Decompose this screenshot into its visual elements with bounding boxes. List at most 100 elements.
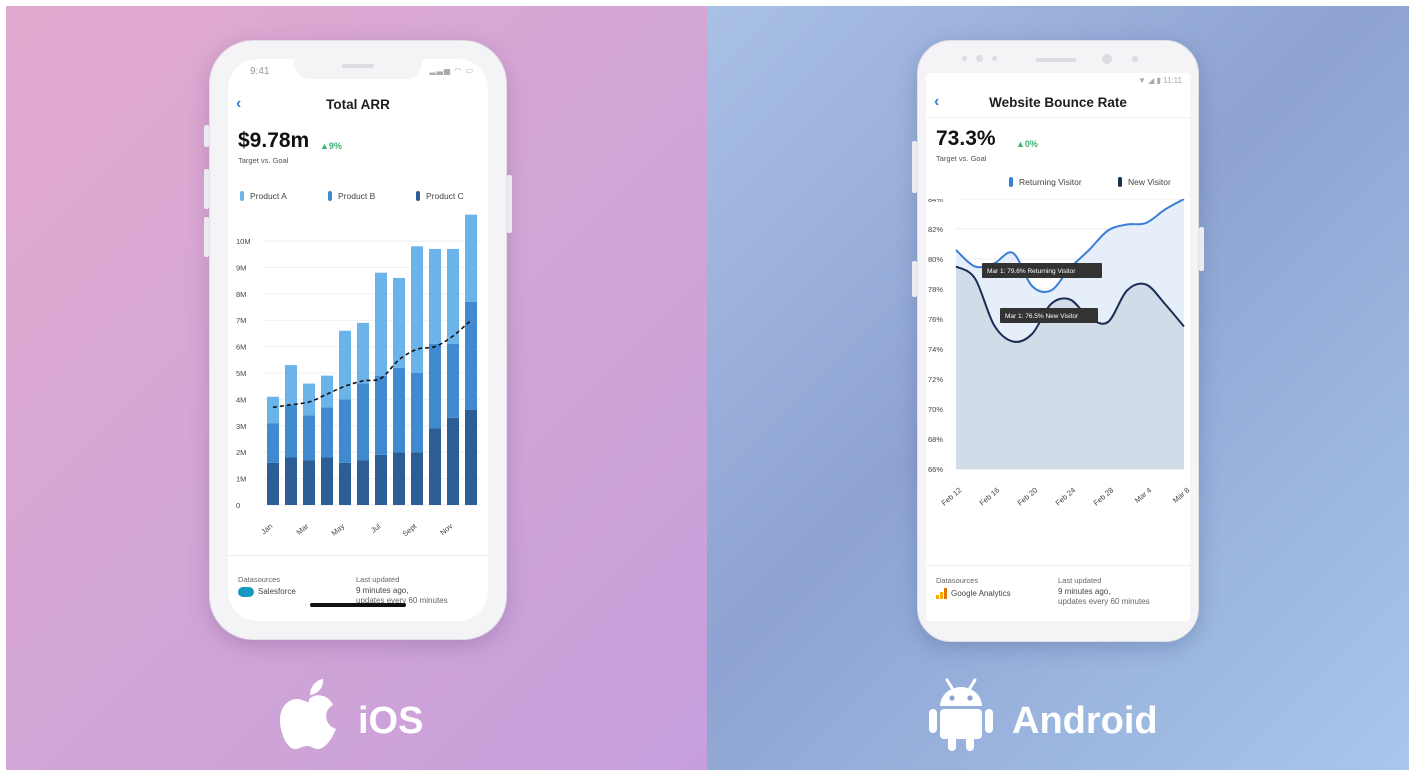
datasource: Google Analytics <box>936 588 1011 599</box>
y-tick-label: 80% <box>928 255 943 264</box>
battery-icon: ▮ <box>1156 76 1161 85</box>
y-tick-label: 0 <box>236 501 240 510</box>
bar-segment <box>285 404 297 458</box>
bar-segment <box>303 383 315 416</box>
x-tick-label: Nov <box>438 521 454 537</box>
y-tick-label: 72% <box>928 375 943 384</box>
y-tick-label: 10M <box>236 237 251 246</box>
kpi-value: $9.78m <box>238 129 310 152</box>
platform-name: Android <box>1012 699 1158 742</box>
bar-segment <box>375 454 387 505</box>
y-tick-label: 78% <box>928 285 943 294</box>
iphone-mockup: 9:41 ▂▃▅ ◠ ▭ ‹ Total ARR $9.78m ▲9% Targ… <box>204 40 512 640</box>
legend-swatch <box>1009 177 1013 187</box>
signal-icon: ◢ <box>1148 76 1155 85</box>
y-tick-label: 4M <box>236 395 246 404</box>
x-tick-label: Feb 12 <box>940 486 964 508</box>
bar-segment <box>465 214 477 302</box>
bar-segment <box>339 462 351 505</box>
bar-segment <box>447 343 459 418</box>
x-tick-label: Feb 24 <box>1054 486 1078 508</box>
legend-swatch <box>416 191 420 201</box>
kpi-subtitle: Target vs. Goal <box>238 156 289 165</box>
bar-segment <box>303 415 315 461</box>
volume-button <box>912 141 917 193</box>
bar-segment <box>465 301 477 410</box>
bar-segment <box>429 343 441 429</box>
platform-name: iOS <box>358 699 424 742</box>
volume-down-button <box>204 217 209 257</box>
y-tick-label: 2M <box>236 448 246 457</box>
y-tick-label: 82% <box>928 225 943 234</box>
salesforce-cloud-icon <box>238 587 254 597</box>
bar-segment <box>411 373 423 453</box>
legend-product-c[interactable]: Product C <box>416 191 464 201</box>
bar-segment <box>393 367 405 453</box>
bar-segment <box>393 277 405 368</box>
legend-label: Product B <box>338 191 376 201</box>
last-updated-line1: 9 minutes ago, <box>356 586 409 595</box>
tooltip-text: Mar 1: 79.6% Returning Visitor <box>987 268 1076 275</box>
home-indicator[interactable] <box>310 603 406 607</box>
earpiece-speaker <box>1036 58 1076 62</box>
legend-swatch <box>240 191 244 201</box>
y-tick-label: 9M <box>236 263 246 272</box>
ios-platform-label: iOS <box>278 674 423 754</box>
signal-icon: ▂▃▅ <box>429 66 451 75</box>
kpi-delta: ▲0% <box>1016 139 1038 149</box>
bar-segment <box>375 272 387 376</box>
legend-returning-visitor[interactable]: Returning Visitor <box>1009 177 1082 187</box>
x-tick-label: Jan <box>259 522 274 537</box>
legend-label: Product A <box>250 191 287 201</box>
google-analytics-icon <box>936 588 947 599</box>
android-mockup: ▼ ◢ ▮ 11:11 ‹ Website Bounce Rate 73.3% … <box>912 40 1204 642</box>
bar-segment <box>321 375 333 408</box>
bar-segment <box>303 460 315 505</box>
x-tick-label: Feb 28 <box>1092 486 1116 508</box>
power-button <box>507 175 512 233</box>
wifi-icon: ◠ <box>454 66 463 75</box>
apple-logo-icon <box>280 679 336 749</box>
y-tick-label: 6M <box>236 343 246 352</box>
datasource-name: Salesforce <box>258 587 296 596</box>
bar-segment <box>429 428 441 505</box>
legend-product-b[interactable]: Product B <box>328 191 375 201</box>
y-tick-label: 7M <box>236 316 246 325</box>
bar-segment <box>357 383 369 461</box>
goal-line <box>272 319 472 409</box>
status-time: 9:41 <box>250 66 270 77</box>
last-updated-line1: 9 minutes ago, <box>1058 587 1111 596</box>
bar-segment <box>357 460 369 505</box>
y-tick-label: 68% <box>928 435 943 444</box>
footer-divider <box>926 565 1190 566</box>
kpi-value: 73.3% <box>936 127 996 150</box>
footer-divider <box>228 555 488 556</box>
datasources-label: Datasources <box>936 576 979 585</box>
android-robot-icon <box>929 678 993 751</box>
header-divider <box>926 117 1190 118</box>
y-tick-label: 1M <box>236 475 246 484</box>
bar-segment <box>393 452 405 505</box>
bar-segment <box>285 457 297 505</box>
x-tick-label: Mar 8 <box>1171 486 1190 505</box>
x-tick-label: Feb 20 <box>1016 486 1040 508</box>
legend-new-visitor[interactable]: New Visitor <box>1118 177 1171 187</box>
bounce-rate-line-chart: 66%68%70%72%74%76%78%80%82%84%86%Feb 12F… <box>928 199 1190 508</box>
last-updated-label: Last updated <box>356 575 400 584</box>
status-icons: ▂▃▅ ◠ ▭ <box>430 66 474 75</box>
sensor <box>1132 56 1138 62</box>
x-tick-label: Jul <box>369 521 382 534</box>
y-tick-label: 66% <box>928 465 943 474</box>
legend-product-a[interactable]: Product A <box>240 191 287 201</box>
datasource: Salesforce <box>238 587 296 597</box>
bar-segment <box>447 417 459 505</box>
bar-segment <box>465 409 477 505</box>
legend-swatch <box>1118 177 1122 187</box>
bar-segment <box>357 322 369 384</box>
volume-up-button <box>204 169 209 209</box>
bar-segment <box>285 365 297 405</box>
y-tick-label: 84% <box>928 199 943 204</box>
bar-segment <box>339 330 351 400</box>
legend-label: Returning Visitor <box>1019 177 1082 187</box>
kpi-delta: ▲9% <box>320 141 342 151</box>
